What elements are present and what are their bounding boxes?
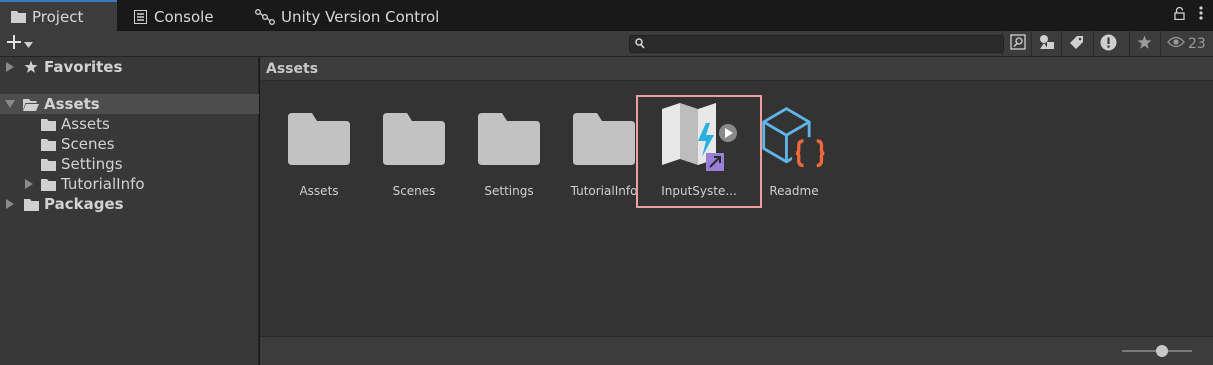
folder-icon (568, 103, 640, 175)
expand-arrow-icon[interactable] (5, 62, 15, 72)
filter-by-type-button[interactable] (1031, 31, 1061, 57)
search-input[interactable] (648, 36, 998, 52)
plus-icon (6, 34, 22, 54)
folder-icon (40, 157, 56, 171)
project-toolbar: 23 (0, 31, 1213, 57)
tree-item-favorites[interactable]: Favorites (0, 57, 259, 77)
tree-item-label: Favorites (44, 58, 123, 76)
folder-icon (283, 103, 355, 175)
window-tab-bar: Project Console Unity Version Control (0, 0, 1213, 31)
tree-item-label: Scenes (61, 135, 115, 153)
folder-icon (10, 9, 26, 25)
tree-item-tutorialinfo[interactable]: TutorialInfo (0, 174, 259, 194)
search-by-type-button[interactable] (1002, 31, 1032, 57)
folder-icon (40, 117, 56, 131)
tab-project[interactable]: Project (0, 0, 117, 31)
asset-folder-settings[interactable]: Settings (462, 97, 556, 207)
tab-console[interactable]: Console (122, 2, 224, 31)
tree-item-label: Assets (44, 95, 100, 113)
chevron-down-icon (24, 37, 33, 52)
hidden-packages-toggle[interactable]: 23 (1160, 31, 1206, 57)
tree-item-packages[interactable]: Packages (0, 194, 259, 214)
folder-icon (473, 103, 545, 175)
tree-item-assets[interactable]: Assets (0, 94, 259, 114)
lock-icon[interactable] (1174, 6, 1185, 24)
tab-unity-version-control-label: Unity Version Control (281, 7, 440, 26)
folder-tree: Favorites Assets Assets Scenes Settings (0, 57, 259, 365)
folder-open-icon (23, 97, 39, 111)
input-actions-icon (651, 103, 747, 175)
asset-label: Assets (299, 184, 339, 198)
folder-icon (378, 103, 450, 175)
asset-folder-assets[interactable]: Assets (272, 97, 366, 207)
search-window-icon (1009, 34, 1026, 54)
search-field[interactable] (629, 35, 1004, 53)
icon-size-slider[interactable] (1122, 345, 1192, 357)
star-icon (1137, 35, 1152, 54)
tree-item-label: Assets (61, 115, 110, 133)
slider-handle[interactable] (1155, 345, 1168, 357)
tree-item-settings[interactable]: Settings (0, 154, 259, 174)
hidden-count: 23 (1188, 36, 1206, 52)
folder-icon (23, 197, 39, 211)
tree-item-label: Settings (61, 155, 123, 173)
asset-label: Settings (484, 184, 534, 198)
tree-item-assets-assets[interactable]: Assets (0, 114, 259, 134)
create-asset-button[interactable] (6, 34, 40, 54)
tag-icon (1069, 35, 1084, 54)
collapse-arrow-icon[interactable] (5, 99, 15, 109)
folder-icon (40, 177, 56, 191)
shapes-icon (1039, 34, 1055, 54)
asset-label: Readme (769, 184, 819, 198)
asset-label: InputSyste... (661, 184, 737, 198)
folder-icon (40, 137, 56, 151)
asset-input-system-actions[interactable]: InputSyste... (636, 95, 762, 208)
warning-icon (1100, 34, 1117, 55)
eye-icon (1167, 36, 1185, 52)
expand-arrow-icon[interactable] (5, 199, 15, 209)
filter-by-log-type-button[interactable] (1093, 31, 1123, 57)
asset-readme[interactable]: Readme (747, 97, 841, 207)
readme-icon (758, 103, 830, 175)
asset-folder-scenes[interactable]: Scenes (367, 97, 461, 207)
search-icon (635, 38, 645, 53)
tree-item-label: TutorialInfo (61, 175, 145, 193)
tree-item-scenes[interactable]: Scenes (0, 134, 259, 154)
status-bar (260, 336, 1213, 365)
tab-project-label: Project (32, 7, 84, 26)
asset-browser: Assets Assets Scenes Settings TutorialIn… (260, 57, 1213, 365)
star-icon (23, 60, 39, 74)
filter-by-label-button[interactable] (1061, 31, 1091, 57)
tab-unity-version-control[interactable]: Unity Version Control (245, 2, 449, 31)
tree-item-label: Packages (44, 195, 124, 213)
console-icon (132, 9, 148, 25)
version-control-icon (255, 8, 275, 25)
expand-arrow-icon[interactable] (24, 179, 34, 189)
breadcrumb-label: Assets (266, 60, 319, 77)
asset-label: Scenes (392, 184, 436, 198)
more-options-icon[interactable] (1199, 6, 1203, 24)
save-search-button[interactable] (1129, 31, 1159, 57)
tab-console-label: Console (154, 7, 214, 26)
breadcrumb[interactable]: Assets (260, 57, 1213, 81)
